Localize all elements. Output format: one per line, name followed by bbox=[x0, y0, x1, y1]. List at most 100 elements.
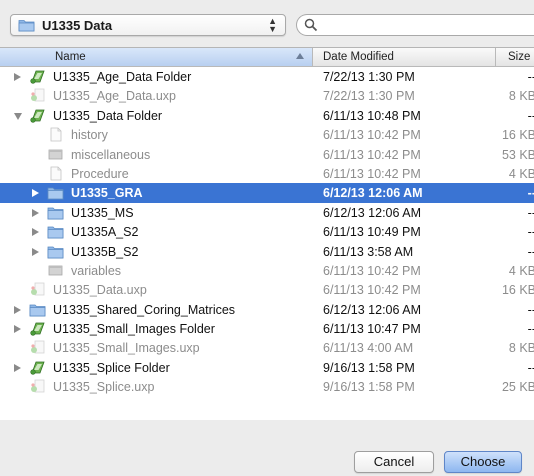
file-date-modified: 6/12/13 12:06 AM bbox=[323, 186, 423, 201]
file-date-modified: 6/11/13 10:47 PM bbox=[323, 322, 421, 337]
file-row[interactable]: U1335A_S2 6/11/13 10:49 PM -- bbox=[0, 222, 534, 241]
disclosure-triangle-closed-icon[interactable] bbox=[32, 208, 39, 217]
file-name: U1335_Age_Data.uxp bbox=[53, 89, 177, 104]
file-name: U1335B_S2 bbox=[71, 244, 139, 259]
document-icon bbox=[47, 127, 64, 142]
uxp-file-icon bbox=[29, 88, 46, 103]
folder-icon bbox=[47, 185, 64, 200]
disclosure-triangle-open-icon[interactable] bbox=[14, 112, 22, 120]
sort-ascending-icon bbox=[296, 53, 304, 59]
disclosure-triangle-closed-icon[interactable] bbox=[14, 305, 21, 314]
file-size: 25 KB bbox=[501, 380, 534, 395]
file-row[interactable]: Procedure 6/11/13 10:42 PM 4 KB bbox=[0, 164, 534, 183]
file-row[interactable]: history 6/11/13 10:42 PM 16 KB bbox=[0, 125, 534, 144]
file-row[interactable]: U1335_Age_Data.uxp 7/22/13 1:30 PM 8 KB bbox=[0, 86, 534, 105]
file-row[interactable]: U1335_Data Folder 6/11/13 10:48 PM -- bbox=[0, 106, 534, 125]
search-input[interactable] bbox=[321, 17, 531, 33]
data-file-icon bbox=[47, 147, 64, 162]
file-row[interactable]: U1335_GRA 6/12/13 12:06 AM -- bbox=[0, 183, 534, 203]
disclosure-triangle-closed-icon[interactable] bbox=[14, 325, 21, 334]
disclosure-triangle-closed-icon[interactable] bbox=[32, 189, 39, 198]
file-date-modified: 6/11/13 10:42 PM bbox=[323, 283, 421, 298]
size-column-header[interactable]: Size bbox=[496, 48, 534, 66]
file-date-modified: 6/11/13 10:42 PM bbox=[323, 147, 421, 162]
name-column-header[interactable]: Name bbox=[0, 48, 313, 66]
file-size: 4 KB bbox=[508, 166, 534, 181]
file-date-modified: 6/11/13 10:48 PM bbox=[323, 108, 421, 123]
package-folder-icon bbox=[29, 69, 46, 84]
file-name: U1335_Age_Data Folder bbox=[53, 70, 192, 84]
file-name: miscellaneous bbox=[71, 147, 151, 162]
folder-location-popup[interactable]: U1335 Data ▲ ▼ bbox=[10, 14, 286, 36]
file-name: history bbox=[71, 128, 108, 143]
file-size: -- bbox=[527, 70, 534, 84]
file-name: U1335_Data Folder bbox=[53, 108, 163, 123]
toolbar: U1335 Data ▲ ▼ bbox=[0, 0, 534, 44]
updown-chevron-icon: ▲ ▼ bbox=[268, 16, 277, 34]
folder-icon bbox=[18, 20, 35, 32]
package-folder-icon bbox=[29, 360, 46, 375]
size-column-label: Size bbox=[508, 51, 531, 63]
folder-icon bbox=[29, 302, 46, 317]
file-name: U1335A_S2 bbox=[71, 225, 139, 240]
file-row[interactable]: U1335_Splice.uxp 9/16/13 1:58 PM 25 KB bbox=[0, 377, 534, 396]
file-size: 4 KB bbox=[508, 263, 534, 278]
file-size: 8 KB bbox=[508, 89, 534, 104]
file-name: Procedure bbox=[71, 166, 129, 181]
folder-location-label: U1335 Data bbox=[42, 18, 113, 33]
document-icon bbox=[47, 166, 64, 181]
file-browser-list[interactable]: Name Date Modified Size U1335_Age_Data F… bbox=[0, 47, 534, 421]
file-row[interactable]: U1335_Small_Images.uxp 6/11/13 4:00 AM 8 K… bbox=[0, 338, 534, 357]
data-file-icon bbox=[47, 263, 64, 278]
disclosure-triangle-closed-icon[interactable] bbox=[14, 73, 21, 81]
file-date-modified: 9/16/13 1:58 PM bbox=[323, 380, 415, 395]
disclosure-triangle-closed-icon[interactable] bbox=[32, 247, 39, 256]
file-date-modified: 6/11/13 3:58 AM bbox=[323, 244, 414, 259]
file-date-modified: 9/16/13 1:58 PM bbox=[323, 360, 415, 375]
date-modified-column-header[interactable]: Date Modified bbox=[313, 48, 496, 66]
file-size: -- bbox=[527, 108, 534, 123]
file-name: U1335_Splice.uxp bbox=[53, 380, 155, 395]
file-size: -- bbox=[527, 186, 534, 201]
uxp-file-icon bbox=[29, 379, 46, 394]
file-row[interactable]: U1335_Data.uxp 6/11/13 10:42 PM 16 KB bbox=[0, 280, 534, 299]
file-row[interactable]: U1335_Splice Folder 9/16/13 1:58 PM -- bbox=[0, 358, 534, 377]
file-size: -- bbox=[527, 244, 534, 259]
uxp-file-icon bbox=[29, 282, 46, 297]
disclosure-triangle-closed-icon[interactable] bbox=[32, 228, 39, 237]
file-name: U1335_Small_Images Folder bbox=[53, 322, 215, 337]
file-date-modified: 7/22/13 1:30 PM bbox=[323, 70, 415, 84]
file-row[interactable]: U1335_Shared_Coring_Matrices 6/12/13 12:0… bbox=[0, 300, 534, 319]
file-size: 8 KB bbox=[508, 341, 534, 356]
file-name: U1335_Small_Images.uxp bbox=[53, 341, 200, 356]
file-size: -- bbox=[527, 360, 534, 375]
file-name: variables bbox=[71, 263, 122, 278]
search-field[interactable] bbox=[296, 14, 534, 36]
package-folder-icon bbox=[29, 321, 46, 336]
file-row[interactable]: miscellaneous 6/11/13 10:42 PM 53 KB bbox=[0, 145, 534, 164]
package-folder-icon bbox=[29, 108, 46, 123]
file-size: -- bbox=[527, 302, 534, 317]
file-date-modified: 6/12/13 12:06 AM bbox=[323, 205, 421, 220]
file-date-modified: 6/11/13 10:42 PM bbox=[323, 166, 421, 181]
dialog-footer: Cancel Choose bbox=[0, 420, 534, 476]
file-date-modified: 6/11/13 10:49 PM bbox=[323, 225, 421, 240]
file-row[interactable]: U1335B_S2 6/11/13 3:58 AM -- bbox=[0, 242, 534, 261]
file-row[interactable]: U1335_Age_Data Folder 7/22/13 1:30 PM -- bbox=[0, 67, 534, 86]
file-row[interactable]: U1335_Small_Images Folder 6/11/13 10:47 P… bbox=[0, 319, 534, 338]
choose-button[interactable]: Choose bbox=[444, 451, 522, 473]
file-date-modified: 7/22/13 1:30 PM bbox=[323, 89, 415, 104]
search-icon bbox=[304, 18, 318, 32]
folder-icon bbox=[47, 205, 64, 220]
file-date-modified: 6/12/13 12:06 AM bbox=[323, 302, 421, 317]
folder-icon bbox=[47, 224, 64, 239]
file-size: 53 KB bbox=[501, 147, 534, 162]
file-row[interactable]: U1335_MS 6/12/13 12:06 AM -- bbox=[0, 203, 534, 222]
file-rows: U1335_Age_Data Folder7/22/13 1:30 PM--U1… bbox=[0, 67, 534, 397]
file-name: U1335_Shared_Coring_Matrices bbox=[53, 302, 236, 317]
file-date-modified: 6/11/13 4:00 AM bbox=[323, 341, 414, 356]
file-row[interactable]: variables 6/11/13 10:42 PM 4 KB bbox=[0, 261, 534, 280]
cancel-button[interactable]: Cancel bbox=[354, 451, 434, 473]
file-size: 16 KB bbox=[501, 283, 534, 298]
disclosure-triangle-closed-icon[interactable] bbox=[14, 363, 21, 372]
